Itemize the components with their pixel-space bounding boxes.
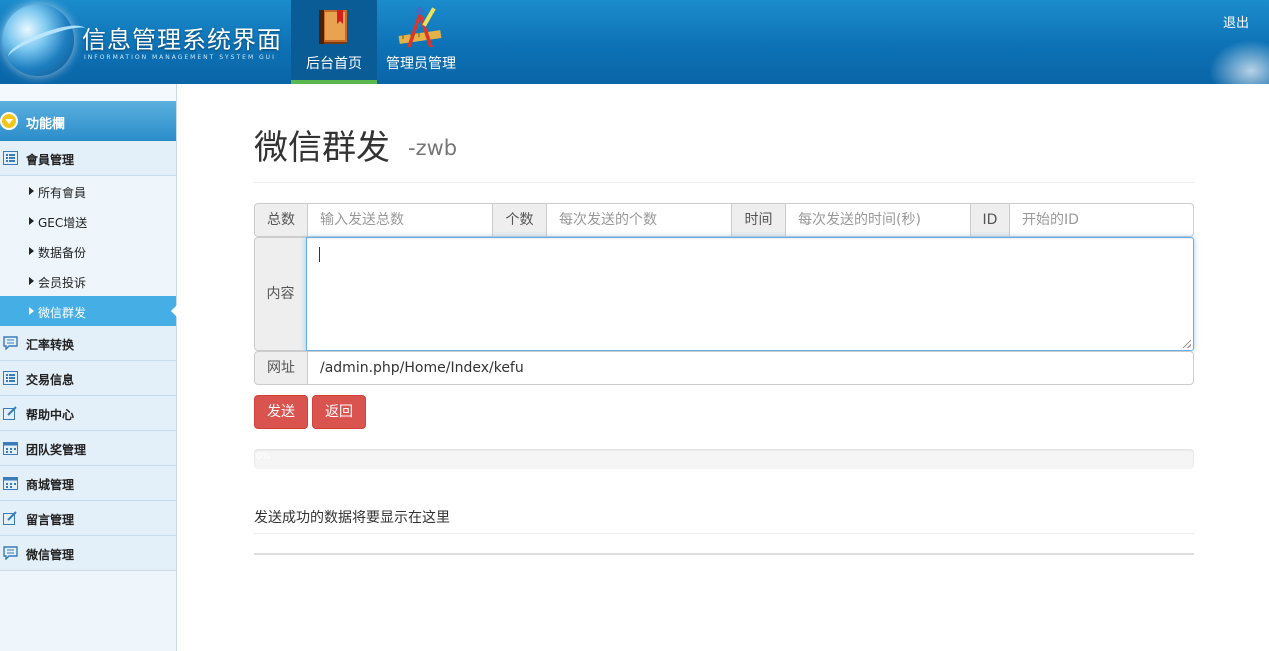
result-placeholder-text: 发送成功的数据将要显示在这里 (254, 510, 450, 526)
nav-admin[interactable]: 管理员管理 (377, 0, 465, 84)
broadcast-settings-row: 总数 输入发送总数 个数 每次发送的个数 时间 每次发送的时间(秒) ID 开始… (254, 203, 1194, 237)
nav-home-label: 后台首页 (306, 56, 362, 72)
chat-icon (3, 546, 18, 560)
caret-right-icon (29, 277, 34, 285)
sidebar-top-strip (0, 84, 176, 101)
text-caret (319, 247, 320, 262)
sidebar-subitem-label: GEC增送 (38, 216, 88, 230)
sidebar-subitem-complaints[interactable]: 会员投诉 (0, 266, 176, 296)
tools-icon (398, 7, 442, 47)
sidebar-item-members[interactable]: 會員管理 (0, 141, 176, 176)
caret-right-icon (29, 247, 34, 255)
sidebar-item-label: 帮助中心 (26, 408, 75, 422)
edit-icon (3, 511, 17, 525)
sidebar-item-label: 商城管理 (26, 478, 75, 492)
progress-text: 0% (256, 452, 271, 462)
chat-icon (3, 336, 18, 350)
sidebar-item-label: 汇率转换 (26, 338, 75, 352)
edit-icon (3, 406, 17, 420)
app-subtitle: INFORMATION MANAGEMENT SYSTEM GUI (84, 54, 276, 61)
sidebar-subitem-label: 所有會員 (38, 186, 87, 200)
content-textarea[interactable] (306, 237, 1194, 351)
progress-bar: 0% (254, 449, 1194, 469)
logout-link[interactable]: 退出 (1223, 12, 1249, 31)
sidebar-subitem-all-members[interactable]: 所有會員 (0, 176, 176, 206)
id-label: ID (970, 203, 1010, 237)
sidebar-item-label: 會員管理 (26, 153, 75, 167)
collapse-toggle-icon (0, 112, 18, 130)
page-header: 微信群发 -zwb (254, 120, 1194, 183)
app-title: 信息管理系统界面 (82, 26, 282, 54)
sidebar-item-wechat[interactable]: 微信管理 (0, 536, 176, 571)
sidebar-subitem-label: 数据备份 (38, 246, 87, 260)
divider (254, 533, 1194, 534)
sidebar-item-help[interactable]: 帮助中心 (0, 396, 176, 431)
sidebar-heading-label: 功能欄 (26, 117, 66, 132)
nav-admin-label: 管理员管理 (386, 56, 456, 72)
sidebar-item-label: 微信管理 (26, 548, 75, 562)
count-label: 个数 (492, 203, 547, 237)
url-input[interactable]: /admin.php/Home/Index/kefu (307, 351, 1194, 385)
sidebar-subitem-gec[interactable]: GEC增送 (0, 206, 176, 236)
sidebar-item-label: 团队奖管理 (26, 443, 87, 457)
send-button[interactable]: 发送 (254, 395, 308, 429)
top-header: 信息管理系统界面 INFORMATION MANAGEMENT SYSTEM G… (0, 0, 1269, 84)
resize-handle-icon[interactable] (1183, 340, 1191, 348)
divider (254, 553, 1194, 555)
sidebar-subitem-wechat-broadcast[interactable]: 微信群发 (0, 296, 177, 326)
sidebar-item-label: 交易信息 (26, 373, 75, 387)
back-button[interactable]: 返回 (312, 395, 366, 429)
sidebar-heading[interactable]: 功能欄 (0, 101, 176, 141)
calendar-icon (3, 477, 18, 490)
sidebar-item-label: 留言管理 (26, 513, 75, 527)
sidebar-subitem-label: 微信群发 (38, 306, 87, 320)
page-title: 微信群发 (254, 128, 390, 168)
calendar-icon (3, 442, 18, 455)
sidebar-subitem-backup[interactable]: 数据备份 (0, 236, 176, 266)
content-row: 内容 (254, 237, 1194, 351)
caret-right-icon (29, 217, 34, 225)
nav-home[interactable]: 后台首页 (291, 0, 377, 84)
total-label: 总数 (254, 203, 308, 237)
sidebar-item-trades[interactable]: 交易信息 (0, 361, 176, 396)
sidebar-item-shop[interactable]: 商城管理 (0, 466, 176, 501)
caret-right-icon (29, 307, 34, 315)
list-icon (3, 371, 18, 385)
sidebar-item-messages[interactable]: 留言管理 (0, 501, 176, 536)
sidebar-item-team-bonus[interactable]: 团队奖管理 (0, 431, 176, 466)
count-input[interactable]: 每次发送的个数 (546, 203, 732, 237)
start-id-input[interactable]: 开始的ID (1009, 203, 1194, 237)
page-subtitle: -zwb (408, 136, 458, 160)
url-row: 网址 /admin.php/Home/Index/kefu (254, 351, 1194, 385)
app-logo: 信息管理系统界面 INFORMATION MANAGEMENT SYSTEM G… (0, 0, 290, 84)
list-icon (3, 151, 18, 165)
book-icon (319, 10, 347, 44)
caret-right-icon (29, 187, 34, 195)
sidebar-item-exchange[interactable]: 汇率转换 (0, 326, 176, 361)
header-glow (1209, 40, 1269, 84)
total-input[interactable]: 输入发送总数 (307, 203, 493, 237)
sidebar: 功能欄 會員管理 所有會員 GEC增送 数据备份 会员投诉 微信群发 汇率转换 … (0, 84, 177, 651)
time-label: 时间 (731, 203, 786, 237)
content-label: 内容 (254, 237, 307, 351)
sidebar-subitem-label: 会员投诉 (38, 276, 87, 290)
url-label: 网址 (254, 351, 308, 385)
time-input[interactable]: 每次发送的时间(秒) (785, 203, 971, 237)
